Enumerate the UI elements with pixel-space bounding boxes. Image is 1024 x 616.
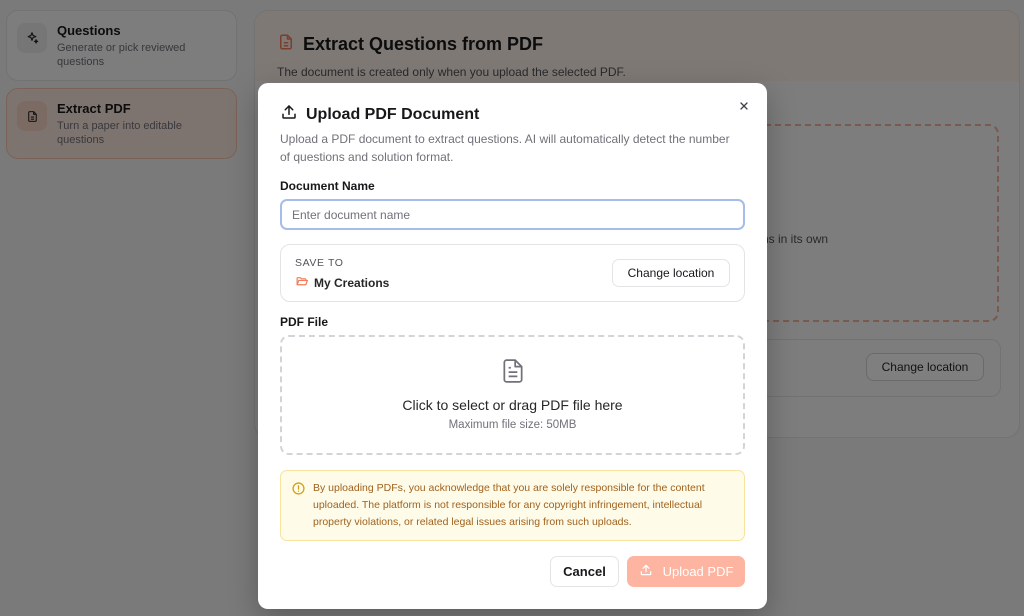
change-location-button[interactable]: Change location	[612, 259, 730, 287]
drop-zone-title: Click to select or drag PDF file here	[402, 397, 623, 413]
upload-icon	[280, 103, 298, 126]
save-to-label: SAVE TO	[295, 257, 344, 269]
warning-circle-icon	[292, 482, 305, 501]
disclaimer-alert: By uploading PDFs, you acknowledge that …	[280, 470, 745, 541]
folder-open-icon	[295, 275, 309, 291]
close-button[interactable]	[735, 97, 753, 115]
dialog-title-text: Upload PDF Document	[306, 105, 480, 123]
close-icon	[740, 102, 748, 110]
save-location-name: My Creations	[314, 276, 390, 290]
pdf-drop-zone[interactable]: Click to select or drag PDF file here Ma…	[280, 335, 745, 455]
pdf-file-label: PDF File	[280, 315, 329, 329]
upload-pdf-dialog: Upload PDF Document Upload a PDF documen…	[258, 83, 767, 609]
disclaimer-text: By uploading PDFs, you acknowledge that …	[313, 482, 705, 528]
upload-pdf-button-label: Upload PDF	[662, 564, 734, 579]
save-location-box: SAVE TO My Creations Change location	[280, 244, 745, 302]
cancel-button[interactable]: Cancel	[550, 556, 619, 587]
save-location: My Creations	[295, 275, 389, 291]
document-name-input[interactable]	[280, 199, 745, 230]
dialog-description: Upload a PDF document to extract questio…	[280, 132, 730, 164]
upload-icon	[639, 563, 653, 580]
drop-zone-hint: Maximum file size: 50MB	[448, 419, 577, 431]
upload-pdf-button[interactable]: Upload PDF	[627, 556, 745, 587]
file-icon	[500, 357, 526, 390]
document-name-label: Document Name	[280, 179, 375, 193]
dialog-title: Upload PDF Document	[280, 103, 479, 126]
